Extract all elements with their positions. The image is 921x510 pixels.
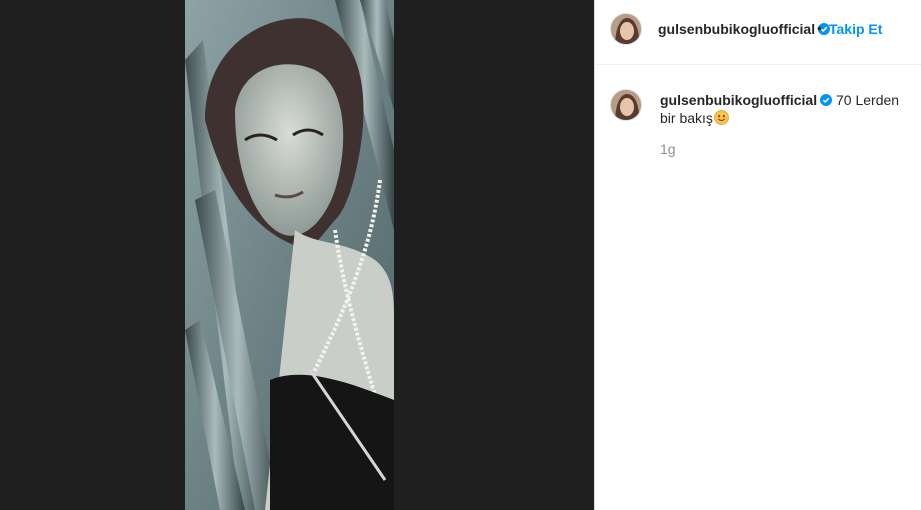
avatar[interactable] [610, 13, 642, 45]
header-username[interactable]: gulsenbubikogluofficial [658, 21, 831, 37]
caption-username[interactable]: gulsenbubikogluofficial [660, 92, 817, 108]
post-photo[interactable] [185, 0, 394, 510]
post-sidebar: gulsenbubikogluofficial • Takip Et gulse… [594, 0, 921, 510]
profile-photo-icon [611, 90, 641, 120]
verified-badge-icon [820, 94, 833, 106]
smiling-face-emoji-icon [714, 110, 729, 125]
profile-photo-icon [611, 14, 641, 44]
post-timestamp[interactable]: 1g [660, 141, 676, 157]
username-text[interactable]: gulsenbubikogluofficial [658, 21, 815, 37]
separator-dot: • [817, 20, 822, 36]
post-media-pane [0, 0, 594, 510]
follow-button[interactable]: Takip Et [829, 21, 882, 37]
avatar[interactable] [610, 89, 642, 121]
caption-text: gulsenbubikogluofficial 70 Lerden bir ba… [660, 91, 910, 127]
post-header: gulsenbubikogluofficial • Takip Et [595, 0, 921, 65]
vintage-portrait-image [185, 0, 394, 510]
